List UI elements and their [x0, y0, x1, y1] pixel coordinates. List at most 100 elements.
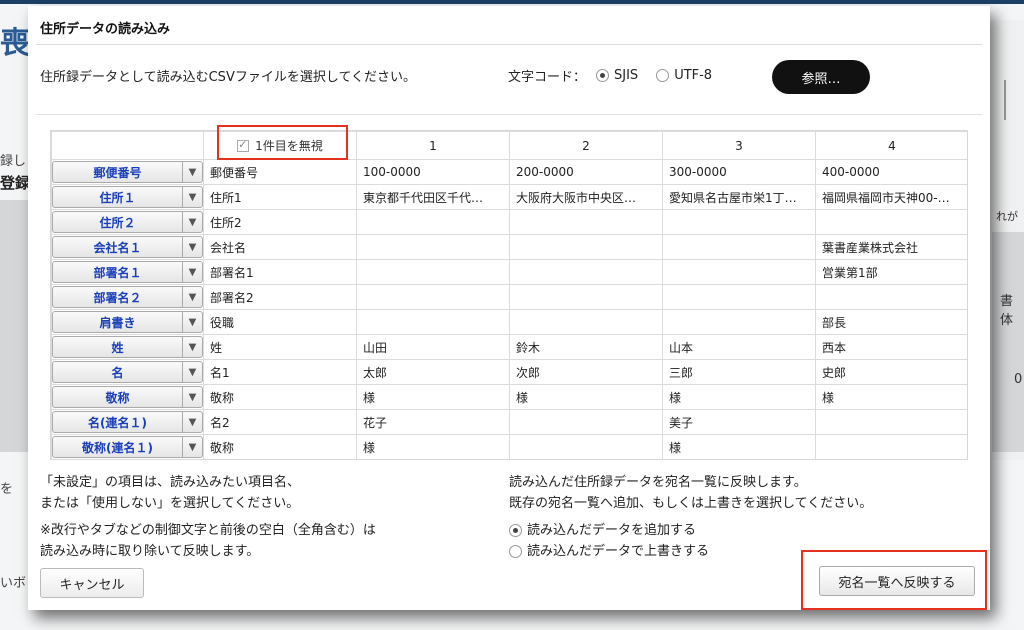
csv-header-cell: 住所2 [203, 209, 357, 235]
field-select[interactable]: 敬称(連名１) ▼ [52, 436, 203, 458]
field-select-cell: 名(連名２)▼ [52, 460, 204, 461]
csv-header-cell: 姓 [203, 334, 357, 360]
chevron-down-icon[interactable]: ▼ [183, 336, 203, 358]
encoding-option-sjis[interactable]: SJIS [596, 68, 638, 83]
data-cell [815, 409, 967, 435]
data-cell [662, 309, 816, 335]
field-select[interactable]: 肩書き ▼ [52, 311, 203, 333]
import-dialog: 住所データの読み込み 住所録データとして読み込むCSVファイルを選択してください… [28, 6, 990, 610]
bg-text: れが [996, 210, 1018, 223]
field-select[interactable]: 会社名１ ▼ [52, 236, 203, 258]
csv-header-cell: 部署名1 [203, 259, 357, 285]
data-cell: 様 [509, 384, 663, 410]
encoding-selector: 文字コード： SJIS UTF-8 [508, 66, 730, 85]
csv-header-cell: 役職 [203, 309, 357, 335]
data-cell: 100-0000 [356, 159, 510, 185]
column-header: 4 [815, 131, 967, 160]
field-select[interactable]: 姓 ▼ [52, 336, 203, 358]
data-cell [356, 234, 510, 260]
field-select[interactable]: 敬称 ▼ [52, 386, 203, 408]
bg-text: いボ [0, 576, 27, 591]
note-line: 読み込んだ住所録データを宛名一覧に反映します。 [509, 475, 807, 490]
chevron-down-icon[interactable]: ▼ [183, 311, 203, 333]
field-select[interactable]: 名 ▼ [52, 361, 203, 383]
table-row: 郵便番号 ▼ 郵便番号 100-0000 200-0000 300-0000 400-000… [51, 159, 967, 185]
chevron-down-icon[interactable]: ▼ [183, 361, 203, 383]
data-cell: 福岡県福岡市天神00-… [815, 184, 967, 210]
field-select-label: 名(連名１) [52, 411, 183, 433]
browse-button[interactable]: 参照… [772, 60, 870, 94]
mode-option-append[interactable]: 読み込んだデータを追加する [509, 520, 872, 541]
column-header: 1 [356, 131, 510, 160]
field-select[interactable]: 部署名２ ▼ [52, 286, 203, 308]
data-cell: 次郎 [509, 359, 663, 385]
data-cell: 山田 [356, 334, 510, 360]
table-row: 住所１ ▼ 住所1 東京都千代田区千代… 大阪府大阪市中央区… 愛知県名古屋市栄1丁… 福岡… [51, 184, 967, 210]
encoding-option-utf8[interactable]: UTF-8 [656, 68, 712, 83]
table-row: 敬称 ▼ 敬称様様様様 [51, 384, 967, 410]
data-cell [816, 460, 969, 461]
chevron-down-icon[interactable]: ▼ [183, 261, 203, 283]
data-cell: 400-0000 [815, 159, 967, 185]
csv-header-cell: 会社名 [203, 234, 357, 260]
data-cell [510, 460, 663, 461]
grid-corner-cell [51, 131, 204, 160]
field-select[interactable]: 住所１ ▼ [52, 186, 203, 208]
chevron-down-icon[interactable]: ▼ [183, 211, 203, 233]
mode-option-label: 読み込んだデータで上書きする [527, 544, 710, 559]
mapping-table: 1件目を無視 1 2 3 4 郵便番号▼郵便番号100-0000200-0000… [51, 131, 969, 461]
bg-heading: 登録 [0, 174, 31, 192]
field-select-cell: 名 ▼ [51, 359, 204, 385]
data-cell: 孝太郎 [663, 460, 816, 461]
field-select[interactable]: 郵便番号 ▼ [52, 161, 203, 183]
data-cell: 三郎 [662, 359, 816, 385]
data-cell [815, 209, 967, 235]
field-select-cell: 部署名１ ▼ [51, 259, 204, 285]
data-cell: 様 [662, 434, 816, 459]
field-select-label: 肩書き [52, 311, 183, 333]
data-cell [356, 309, 510, 335]
column-header: 3 [662, 131, 816, 160]
data-cell: 部長 [815, 309, 967, 335]
field-select[interactable]: 名(連名１) ▼ [52, 411, 203, 433]
data-cell [815, 284, 967, 310]
chevron-down-icon[interactable]: ▼ [183, 236, 203, 258]
encoding-option-label: UTF-8 [674, 68, 713, 83]
radio-button[interactable] [509, 545, 522, 558]
data-cell [662, 209, 816, 235]
table-row: 名 ▼ 名1 太郎 次郎 三郎 史郎 [51, 359, 967, 385]
column-header: 2 [509, 131, 663, 160]
data-cell [662, 259, 816, 285]
field-select-label: 住所１ [52, 186, 183, 208]
data-cell: 様 [662, 384, 816, 410]
csv-header-cell: 部署名2 [203, 284, 357, 310]
radio-button[interactable] [509, 524, 522, 537]
data-cell [662, 234, 816, 260]
mapping-grid[interactable]: 1件目を無視 1 2 3 4 郵便番号▼郵便番号100-0000200-0000… [50, 130, 968, 460]
chevron-down-icon[interactable]: ▼ [183, 186, 203, 208]
import-mode-section: 読み込んだ住所録データを宛名一覧に反映します。 既存の宛名一覧へ追加、もしくは上… [509, 472, 872, 562]
field-select[interactable]: 部署名１ ▼ [52, 261, 203, 283]
chevron-down-icon[interactable]: ▼ [183, 386, 203, 408]
chevron-down-icon[interactable]: ▼ [183, 411, 203, 433]
table-row: 部署名２ ▼ 部署名2 [51, 284, 967, 310]
data-cell [509, 209, 663, 235]
data-cell [815, 434, 967, 459]
data-cell [509, 259, 663, 285]
chevron-down-icon[interactable]: ▼ [183, 436, 203, 458]
table-row: 敬称(連名１) ▼ 敬称様様 [51, 434, 967, 459]
csv-header-cell: 敬称 [203, 384, 357, 410]
data-cell [509, 234, 663, 260]
radio-button[interactable] [656, 69, 670, 82]
chevron-down-icon[interactable]: ▼ [183, 161, 203, 183]
data-cell: 東京都千代田区千代… [356, 184, 510, 210]
field-select-label: 部署名１ [52, 261, 183, 283]
bg-divider [1004, 80, 1006, 120]
field-select[interactable]: 住所２ ▼ [52, 211, 203, 233]
data-cell: 営業第1部 [815, 259, 967, 285]
radio-button[interactable] [596, 69, 610, 82]
cancel-button[interactable]: キャンセル [40, 568, 144, 598]
data-cell: 300-0000 [662, 159, 816, 185]
chevron-down-icon[interactable]: ▼ [183, 286, 203, 308]
data-cell: 大阪府大阪市中央区… [509, 184, 663, 210]
